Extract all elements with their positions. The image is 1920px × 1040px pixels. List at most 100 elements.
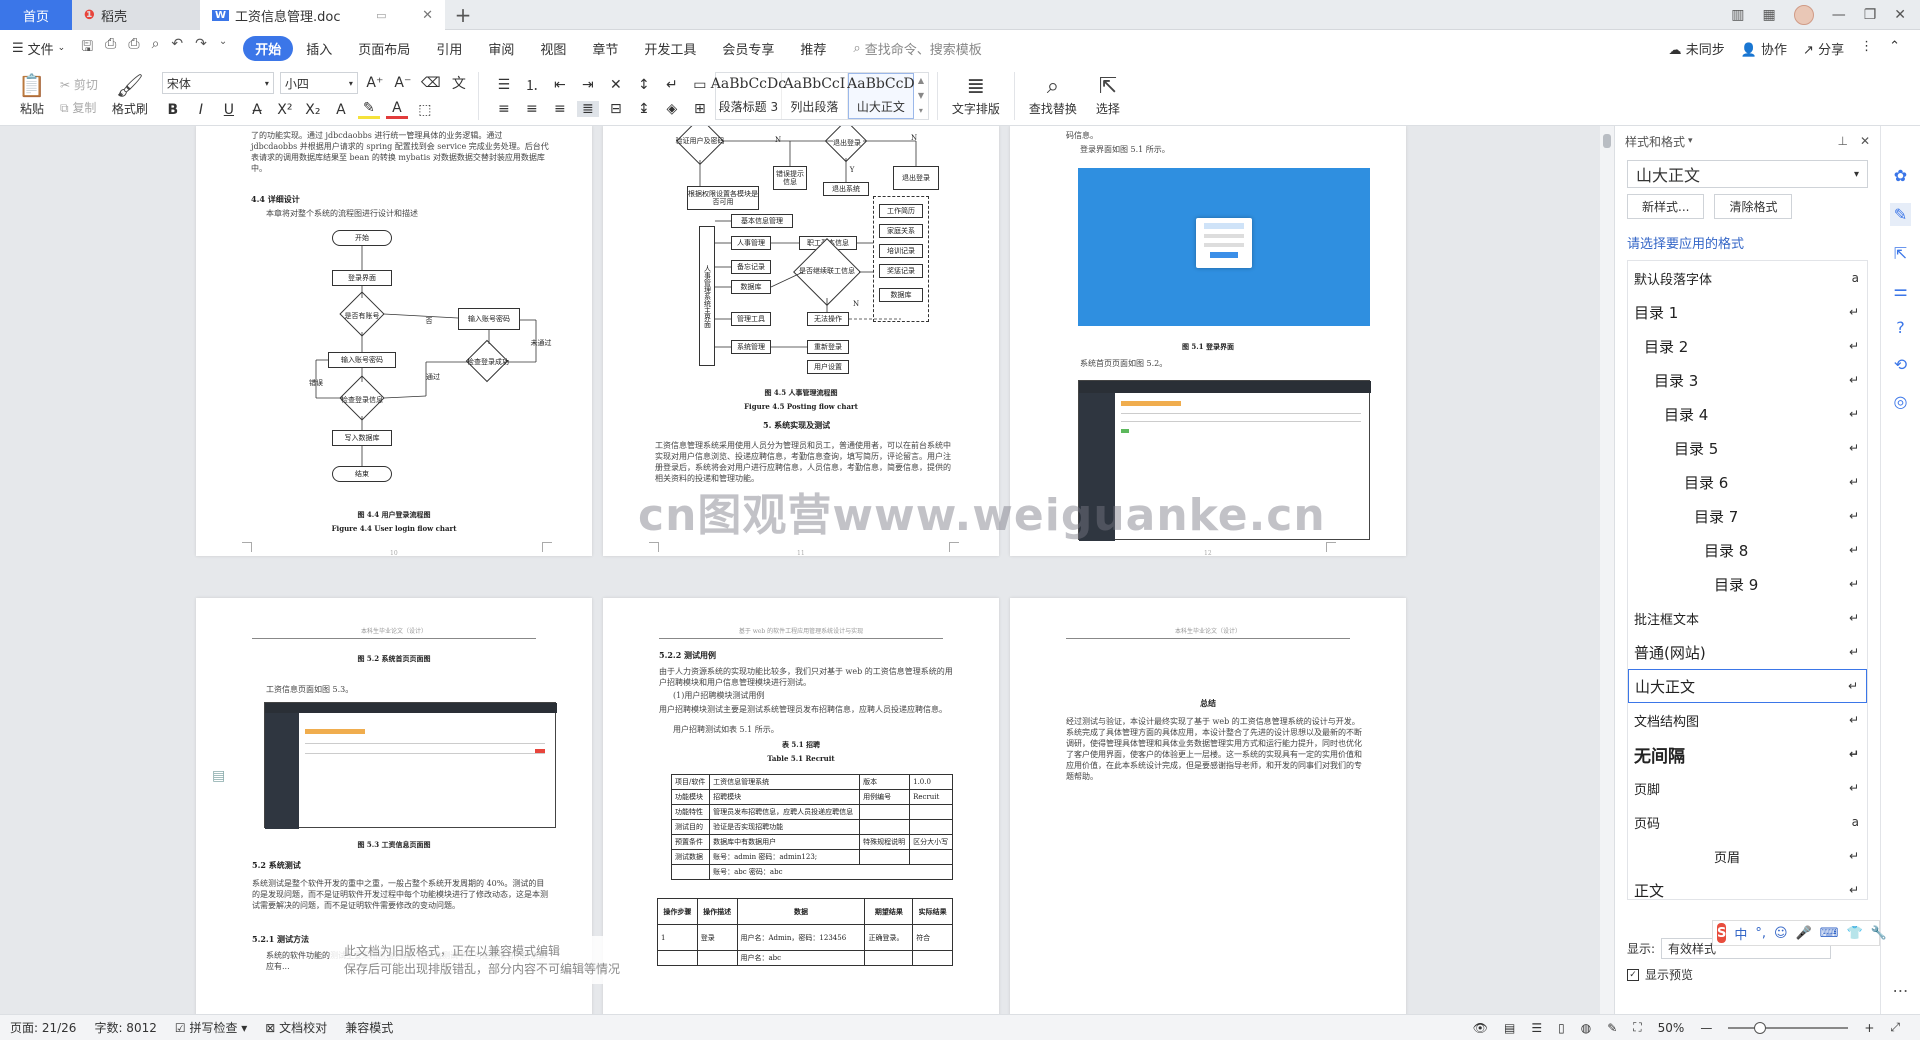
- help-icon[interactable]: ?: [1896, 318, 1905, 337]
- pin-icon[interactable]: ⊥: [1837, 134, 1847, 148]
- expand-icon[interactable]: ▾: [919, 106, 923, 115]
- clear-format-icon[interactable]: ⌫: [420, 75, 442, 91]
- fullscreen-icon[interactable]: ⤢: [1890, 1020, 1900, 1035]
- table-cell[interactable]: 项目/软件: [670, 774, 711, 790]
- table-cell[interactable]: 用例编号: [859, 789, 911, 805]
- style-list-item[interactable]: 目录 9 ↵: [1628, 567, 1867, 601]
- panel-title[interactable]: 样式和格式: [1625, 133, 1685, 150]
- align-justify-icon[interactable]: ≣: [576, 100, 599, 117]
- shading-icon[interactable]: ◈: [661, 101, 683, 117]
- format-painter-button[interactable]: 🖌 格式刷: [104, 69, 156, 123]
- align-center-icon[interactable]: ≡: [521, 101, 543, 117]
- table-cell[interactable]: 账号：abc 密码：abc: [709, 864, 953, 880]
- new-tab-button[interactable]: +: [445, 0, 481, 29]
- input-method-bar[interactable]: S 中 °, ☺ 🎤 ⌨ 👕 🔧: [1712, 920, 1887, 946]
- document-page[interactable]: 本科生毕业论文（设计） 总结 经过测试与验证，本设计最终实现了基于 web 的工…: [1010, 598, 1406, 1014]
- table-cell[interactable]: 区分大小写: [909, 834, 953, 850]
- table-cell[interactable]: 验证是否实现招聘功能: [709, 819, 861, 835]
- redo-icon[interactable]: ↷: [195, 36, 207, 60]
- pen-icon[interactable]: ✎: [1889, 203, 1912, 226]
- outline-view-icon[interactable]: ☰: [1531, 1021, 1542, 1035]
- document-page[interactable]: 了的功能实现。通过 jdbcdaobbs 进行统一管理具体的业务逻辑。通过 jd…: [196, 126, 592, 556]
- chevron-down-icon[interactable]: ▼: [918, 91, 924, 100]
- style-list-item[interactable]: 目录 6 ↵: [1628, 465, 1867, 499]
- ime-item-icon[interactable]: 👕: [1847, 926, 1863, 941]
- ribbon-tab-4[interactable]: 审阅: [475, 36, 527, 61]
- table-cell[interactable]: 管理员发布招聘信息，应聘人员投递应聘信息: [709, 804, 861, 820]
- page-view-icon[interactable]: ▤: [1504, 1021, 1515, 1035]
- spell-check-button[interactable]: ☑ 拼写检查 ▾: [175, 1019, 247, 1036]
- sync-button[interactable]: ☁ 未同步: [1669, 39, 1725, 58]
- table-cell[interactable]: 1: [657, 924, 698, 951]
- share-button[interactable]: ↗ 分享: [1803, 39, 1844, 58]
- collapse-ribbon-icon[interactable]: ⌃: [1889, 39, 1900, 58]
- table-cell[interactable]: 测试目的: [670, 819, 711, 835]
- text-layout-button[interactable]: ≣ 文字排版: [946, 69, 1006, 123]
- eye-protect-icon[interactable]: 👁: [1473, 1021, 1488, 1035]
- table-cell[interactable]: 1.0.0: [909, 774, 953, 790]
- table-cell[interactable]: [864, 950, 914, 966]
- tab-docer[interactable]: ❶ 稻壳: [72, 0, 200, 30]
- table-cell[interactable]: 工资信息管理系统: [709, 774, 861, 790]
- ime-item-icon[interactable]: 🔧: [1871, 926, 1887, 941]
- style-list-item[interactable]: 目录 2 ↵: [1628, 329, 1867, 363]
- new-style-button[interactable]: 新样式...: [1627, 194, 1705, 219]
- chevron-up-icon[interactable]: ▲: [918, 76, 924, 85]
- table-cell[interactable]: 功能特性: [670, 804, 711, 820]
- increase-indent-icon[interactable]: ⇥: [577, 77, 599, 93]
- scrollbar-thumb[interactable]: [1603, 134, 1611, 148]
- table-cell[interactable]: [909, 849, 953, 865]
- customize-icon[interactable]: ⌄: [219, 36, 227, 60]
- style-gallery-item[interactable]: AaBbCcD 山大正文: [847, 72, 915, 119]
- table-cell[interactable]: [909, 804, 953, 820]
- grow-font-icon[interactable]: A⁺: [364, 75, 386, 91]
- style-list-item[interactable]: 批注框文本 ↵: [1628, 601, 1867, 635]
- print-icon[interactable]: ⎙: [128, 36, 139, 60]
- avatar[interactable]: [1793, 4, 1814, 25]
- strikethrough-icon[interactable]: A̶: [246, 102, 268, 118]
- table-cell[interactable]: [670, 864, 711, 880]
- style-gallery-item[interactable]: AaBbCcI 列出段落: [782, 72, 848, 119]
- table-cell[interactable]: [909, 819, 953, 835]
- underline-icon[interactable]: U: [218, 102, 240, 118]
- style-list-item[interactable]: 目录 7 ↵: [1628, 499, 1867, 533]
- command-search[interactable]: ⌕ 查找命令、搜索模板: [853, 39, 981, 58]
- undo-icon[interactable]: ↶: [171, 36, 183, 60]
- style-list-item[interactable]: 默认段落字体 a: [1628, 261, 1867, 295]
- table-cell[interactable]: 操作步骤: [657, 898, 698, 925]
- borders-icon[interactable]: ⊞: [689, 101, 711, 117]
- collaborate-button[interactable]: 👤 协作: [1741, 39, 1787, 58]
- file-menu[interactable]: ☰ 文件 ⌄: [12, 39, 65, 58]
- paragraph-mark-icon[interactable]: ↵: [661, 77, 683, 93]
- table-cell[interactable]: 版本: [859, 774, 911, 790]
- zoom-out-icon[interactable]: —: [1700, 1021, 1712, 1035]
- ribbon-tab-8[interactable]: 会员专享: [709, 36, 787, 61]
- layout-icon[interactable]: ▥: [1731, 7, 1744, 23]
- style-list-item[interactable]: 正文 ↵: [1628, 873, 1867, 900]
- chinese-layout-icon[interactable]: ✕: [605, 77, 627, 93]
- table-cell[interactable]: 功能模块: [670, 789, 711, 805]
- bold-icon[interactable]: B: [162, 102, 184, 118]
- close-window-icon[interactable]: ✕: [1894, 7, 1906, 23]
- more-dots-icon[interactable]: ⋯: [1893, 981, 1909, 1000]
- text-effect-icon[interactable]: A: [330, 102, 352, 118]
- clear-format-button[interactable]: 清除格式: [1714, 194, 1793, 219]
- table-cell[interactable]: 用户名：Admin，密码：123456: [736, 924, 866, 951]
- table-cell[interactable]: 测试数据: [670, 849, 711, 865]
- numbered-list-icon[interactable]: ⒈: [521, 75, 543, 95]
- more-icon[interactable]: ⋮: [1860, 39, 1873, 58]
- sort-icon[interactable]: ↕: [633, 77, 655, 93]
- font-color-icon[interactable]: A: [385, 100, 408, 119]
- table-cell[interactable]: 符合: [912, 924, 953, 951]
- sogou-logo-icon[interactable]: S: [1717, 923, 1727, 943]
- table-cell[interactable]: [912, 950, 953, 966]
- style-list-item[interactable]: 目录 1 ↵: [1628, 295, 1867, 329]
- table-cell[interactable]: [859, 819, 911, 835]
- ime-item-icon[interactable]: °,: [1755, 926, 1766, 941]
- table-cell[interactable]: 数据库中有数据用户: [709, 834, 861, 850]
- style-list-item[interactable]: 文档结构图 ↵: [1628, 703, 1867, 737]
- ribbon-tab-7[interactable]: 开发工具: [631, 36, 709, 61]
- pinyin-icon[interactable]: 文: [448, 73, 470, 93]
- table-cell[interactable]: 招聘模块: [709, 789, 861, 805]
- checkbox-checked-icon[interactable]: ✓: [1627, 968, 1639, 981]
